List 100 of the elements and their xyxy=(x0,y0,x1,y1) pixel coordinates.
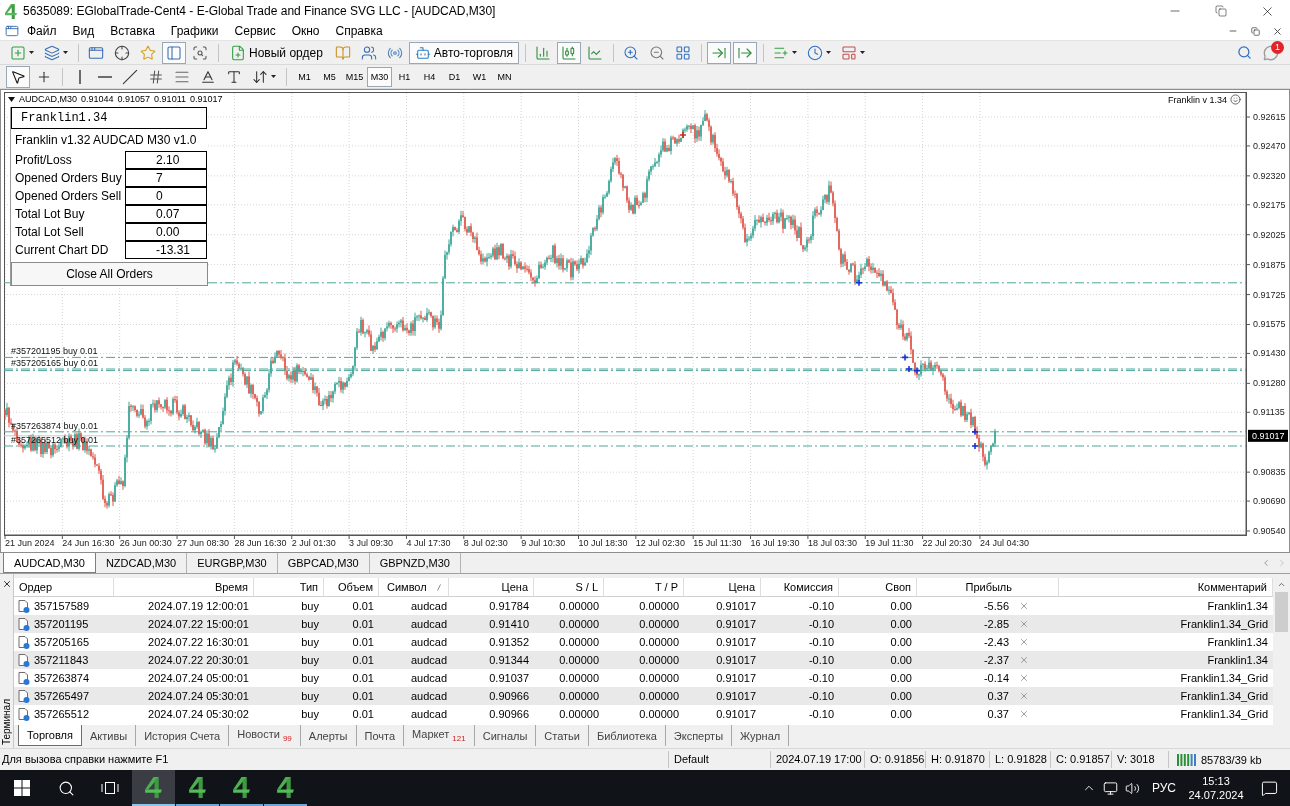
timeframe-button[interactable]: M5 xyxy=(317,66,342,87)
menu-item[interactable]: Графики xyxy=(162,22,227,40)
column-header[interactable]: Объем xyxy=(337,581,373,593)
order-line-label: #357205165 buy 0.01 xyxy=(11,358,99,368)
table-cell: 357205165 xyxy=(34,636,90,648)
timeframe-button[interactable]: H1 xyxy=(392,66,417,87)
time-label: 15 Jul 11:30 xyxy=(693,538,742,548)
chart-tab[interactable]: AUDCAD,M30 xyxy=(3,553,96,573)
menu-item[interactable]: Вставка xyxy=(102,22,163,40)
table-cell: -2.37 xyxy=(983,654,1009,666)
price-label: 0.92025 xyxy=(1253,229,1286,240)
search-icon xyxy=(57,779,75,797)
terminal-tab[interactable]: Сигналы xyxy=(474,725,537,746)
notifications-button[interactable]: 1 xyxy=(1258,41,1284,64)
cross-marker-icon xyxy=(901,353,909,362)
table-cell: 357157589 xyxy=(34,600,90,612)
column-header[interactable]: Символ xyxy=(387,581,427,593)
table-cell: 0.90966 xyxy=(449,687,534,705)
table-cell: Franklin1.34 xyxy=(1059,651,1273,669)
terminal-tab[interactable]: Эксперты xyxy=(665,725,733,746)
taskbar-app[interactable] xyxy=(132,770,175,806)
menu-item[interactable]: Сервис xyxy=(226,22,284,40)
column-header[interactable]: Комиссия xyxy=(783,581,833,593)
timeframe-button[interactable]: M1 xyxy=(292,66,317,87)
terminal-tab[interactable]: Статьи xyxy=(536,725,589,746)
close-order-button[interactable] xyxy=(1019,673,1029,683)
menu-item[interactable]: Файл xyxy=(19,22,65,40)
column-header[interactable]: Своп xyxy=(885,581,911,593)
column-header[interactable]: Время xyxy=(214,581,248,593)
close-icon xyxy=(1,579,12,589)
close-order-button[interactable] xyxy=(1019,691,1029,701)
toolbar-button[interactable]: Новый ордер xyxy=(224,41,329,64)
menu-item[interactable]: Справка xyxy=(327,22,391,40)
timeframe-button[interactable]: W1 xyxy=(467,66,492,87)
timeframe-button[interactable]: H4 xyxy=(417,66,442,87)
terminal-tab[interactable]: Маркет $_{121}$ xyxy=(404,725,475,746)
terminal-tab[interactable]: История Счета xyxy=(136,725,230,746)
zoom-in-icon xyxy=(623,44,640,61)
close-order-button[interactable] xyxy=(1019,601,1029,611)
cross-marker-icon xyxy=(679,131,687,139)
table-cell: -5.56 xyxy=(983,600,1009,612)
line-chart-icon xyxy=(587,44,604,61)
close-order-button[interactable] xyxy=(1019,619,1029,629)
window-icon xyxy=(5,24,19,38)
toolbar-button[interactable]: Авто-торговля xyxy=(408,41,520,64)
document-icon xyxy=(18,617,30,631)
letter-a-icon xyxy=(200,68,216,85)
timeframe-button[interactable]: M15 xyxy=(342,66,367,87)
close-order-button[interactable] xyxy=(1019,655,1029,665)
close-icon xyxy=(1019,673,1029,683)
time-label: 8 Jul 02:30 xyxy=(463,538,508,548)
table-cell: 2024.07.22 15:00:01 xyxy=(114,615,254,633)
terminal-tab[interactable]: Библиотека xyxy=(589,725,666,746)
panel-value: -13.31 xyxy=(125,241,207,259)
table-cell: 357265497 xyxy=(34,690,90,702)
timeframe-button[interactable]: MN xyxy=(492,66,517,87)
scrollbar-thumb[interactable] xyxy=(1275,592,1288,632)
table-cell: 0.01 xyxy=(324,651,379,669)
table-cell: buy xyxy=(254,687,324,705)
timeframe-button[interactable]: M30 xyxy=(367,66,392,87)
menu-item[interactable]: Вид xyxy=(64,22,103,40)
close-order-button[interactable] xyxy=(1019,637,1029,647)
terminal-tab[interactable]: Алерты xyxy=(300,725,357,746)
cross-marker-icon xyxy=(971,428,979,436)
table-cell: audcad xyxy=(379,615,449,633)
panel-value: 7 xyxy=(125,169,207,187)
column-header[interactable]: Комментарий xyxy=(1197,581,1267,593)
time-label: 19 Jul 11:30 xyxy=(865,538,914,548)
column-header[interactable]: T / P xyxy=(654,581,678,593)
close-order-button[interactable] xyxy=(1019,709,1029,719)
app-logo-icon xyxy=(189,776,206,798)
menu-item[interactable]: Окно xyxy=(283,22,328,40)
price-label: 0.92615 xyxy=(1253,112,1286,122)
terminal-tab[interactable]: Активы xyxy=(81,725,137,746)
close-all-button[interactable]: Close All Orders xyxy=(11,262,208,286)
table-cell: 0.91344 xyxy=(449,651,534,669)
column-header[interactable]: Ордер xyxy=(19,581,53,593)
panel-label: Total Lot Buy xyxy=(14,206,86,223)
toolbar-button[interactable] xyxy=(6,65,30,88)
terminal-tab[interactable]: Торговля xyxy=(18,725,82,746)
status-text: Default xyxy=(668,751,770,768)
column-header[interactable]: Цена xyxy=(501,581,528,593)
crosshair-icon xyxy=(114,44,130,61)
timeframe-button[interactable]: D1 xyxy=(442,66,467,87)
column-header[interactable]: Прибыль xyxy=(965,581,1012,593)
terminal-tab[interactable]: Журнал xyxy=(732,725,790,746)
terminal-tab[interactable]: Новости $_{99}$ xyxy=(229,725,301,746)
triangle-icon[interactable] xyxy=(8,96,15,102)
time-label: 12 Jul 02:30 xyxy=(635,538,685,548)
chevron-up-icon xyxy=(1277,580,1286,589)
price-label: 0.91430 xyxy=(1253,348,1286,359)
column-header[interactable]: Тип xyxy=(299,581,318,593)
close-icon xyxy=(1019,601,1029,611)
ohlc-value: 0.91044 xyxy=(81,94,114,104)
clock-time: 15:13 xyxy=(1202,774,1230,788)
table-cell: audcad xyxy=(379,687,449,705)
column-header[interactable]: Цена xyxy=(728,581,755,593)
language-indicator[interactable]: РУС xyxy=(1143,781,1184,795)
column-header[interactable]: S / L xyxy=(575,581,598,593)
terminal-tab[interactable]: Почта xyxy=(356,725,405,746)
